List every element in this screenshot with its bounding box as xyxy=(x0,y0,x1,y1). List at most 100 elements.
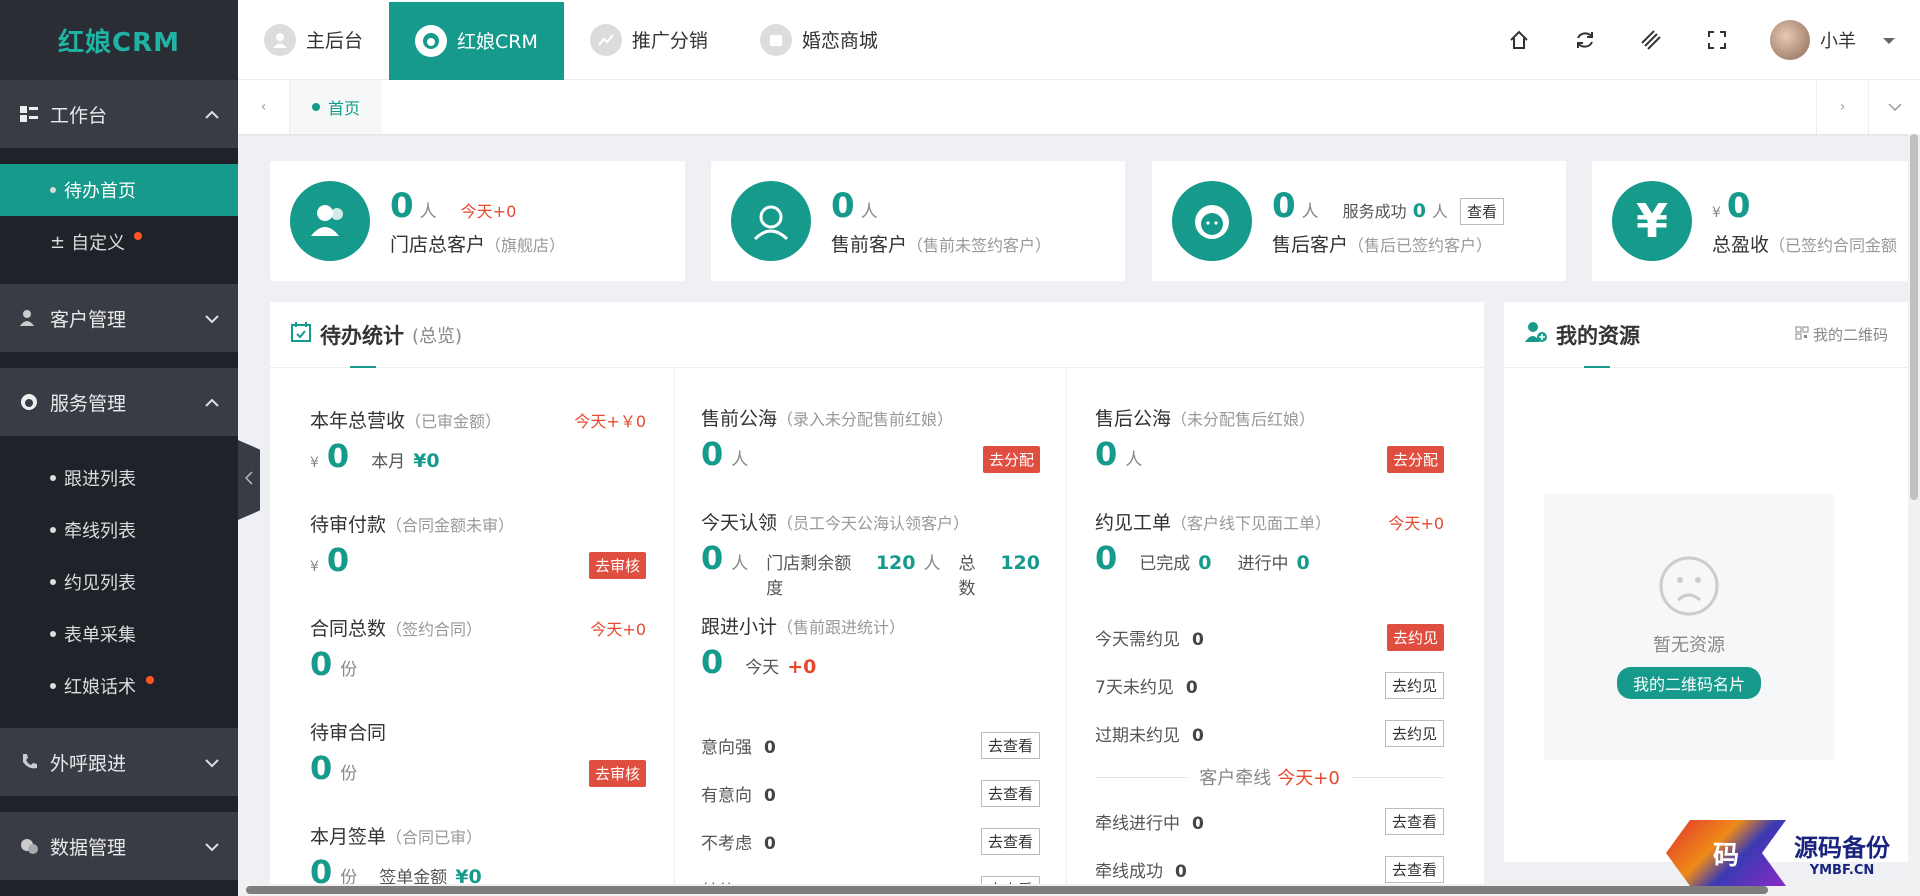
view-other-button[interactable]: 去查看 xyxy=(980,876,1040,884)
watermark: 码 源码备份 YMBF.CN xyxy=(1666,820,1890,886)
meet-today-button[interactable]: 去约见 xyxy=(1386,624,1444,651)
stat-card-presale: 0人 售前客户（售前未签约客户） xyxy=(711,161,1125,281)
tab-mall[interactable]: 婚恋商城 xyxy=(734,1,904,79)
caret-down-icon xyxy=(1882,29,1896,50)
phone-icon xyxy=(18,751,40,773)
sidebar-item-follow-list[interactable]: 跟进列表 xyxy=(0,452,238,504)
sidebar-item-custom[interactable]: ± 自定义 xyxy=(0,216,238,268)
resources-panel-header: 我的资源 我的二维码 xyxy=(1504,302,1908,368)
sidebar-group-outbound[interactable]: 外呼跟进 xyxy=(0,728,238,796)
view-strong-intent-button[interactable]: 去查看 xyxy=(980,732,1040,759)
sidebar-group-service[interactable]: 服务管理 xyxy=(0,368,238,436)
notification-dot xyxy=(146,676,154,684)
avatar xyxy=(1770,19,1810,60)
shop-icon xyxy=(759,23,792,56)
todo-column-aftersale: 售后公海（未分配售后红娘） 0 人去分配 约见工单（客户线下见面工单） 今天+0 0… xyxy=(1067,368,1484,884)
sidebar-group-customers[interactable]: 客户管理 xyxy=(0,284,238,352)
data-icon xyxy=(18,835,40,857)
chevron-down-icon xyxy=(204,751,220,773)
pending-contracts: 待审合同 0 份去审核 xyxy=(310,718,646,787)
chevron-down-icon xyxy=(204,835,220,857)
view-intent-button[interactable]: 去查看 xyxy=(980,780,1040,807)
vertical-scrollbar[interactable] xyxy=(1908,134,1920,896)
user-menu[interactable]: 小羊 xyxy=(1750,19,1920,60)
tab-main-admin[interactable]: 主后台 xyxy=(238,1,389,79)
view-not-considered-button[interactable]: 去查看 xyxy=(980,828,1040,855)
service-icon xyxy=(18,391,40,413)
todo-column-presale: 售前公海（录入未分配售前红娘） 0 人去分配 今天认领（员工今天公海认领客户） 0… xyxy=(675,368,1067,884)
chevron-up-icon xyxy=(204,103,220,125)
pending-payment: 待审付款（合同金额未审） ¥0 去审核 xyxy=(310,510,646,579)
meet-orders: 约见工单（客户线下见面工单） 今天+0 0 已完成 0 进行中 0 xyxy=(1095,512,1444,577)
chevron-left-icon xyxy=(244,471,253,489)
sidebar-item-todo-home[interactable]: 待办首页 xyxy=(0,164,238,216)
tab-promotion[interactable]: 推广分销 xyxy=(564,1,734,79)
tab-crm[interactable]: 红娘CRM xyxy=(389,1,564,80)
tab-strip: ‹ 首页 › xyxy=(238,80,1920,134)
users-icon xyxy=(290,181,370,261)
aftersale-pool: 售后公海（未分配售后红娘） 0 人去分配 xyxy=(1095,404,1444,473)
follow-summary: 跟进小计（售前跟进统计） 0 今天 +0 xyxy=(701,616,906,681)
assign-presale-button[interactable]: 去分配 xyxy=(982,446,1040,473)
qr-link[interactable]: 我的二维码 xyxy=(1795,324,1888,345)
tab-options-button[interactable] xyxy=(1868,80,1920,134)
app-logo[interactable]: 红娘CRM xyxy=(0,0,238,80)
person-icon xyxy=(264,23,296,56)
tab-home[interactable]: 首页 xyxy=(290,80,383,134)
stat-card-aftersale: 0 人服务成功 0 人查看 售后客户（售后已签约客户） xyxy=(1152,161,1566,281)
clear-cache-icon[interactable] xyxy=(1618,1,1684,79)
list-item: 其他0去查看 xyxy=(701,876,1040,884)
panel-title: 我的资源 xyxy=(1556,323,1640,348)
chevron-left-icon: ‹ xyxy=(260,99,267,115)
scroll-left-button[interactable]: ‹ xyxy=(238,80,290,134)
sidebar-item-scripts[interactable]: 红娘话术 xyxy=(0,660,238,712)
headset-icon xyxy=(731,181,811,261)
sidebar-item-form-collect[interactable]: 表单采集 xyxy=(0,608,238,660)
chevron-right-icon: › xyxy=(1839,99,1846,115)
todo-column-finance: 本年总营收（已审金额） 今天+￥0 ¥0 本月 ¥0 待审付款（合同金额未审） ¥0 去… xyxy=(270,368,675,884)
user-name: 小羊 xyxy=(1820,30,1856,52)
list-item: 有意向 0 去查看 xyxy=(701,780,1040,807)
scroll-right-button[interactable]: › xyxy=(1816,80,1868,134)
fullscreen-icon[interactable] xyxy=(1684,1,1750,79)
my-qr-card-button[interactable]: 我的二维码名片 xyxy=(1616,667,1761,699)
todo-panel: 待办统计 (总览) 本年总营收（已审金额） 今天+￥0 ¥0 本月 ¥0 待审付款（合… xyxy=(270,302,1484,884)
chart-icon xyxy=(589,23,622,56)
watermark-logo: 码 xyxy=(1666,820,1786,886)
view-match-success-button[interactable]: 去查看 xyxy=(1384,856,1444,883)
resources-panel: 我的资源 我的二维码 暂无资源 我的二维码名片 xyxy=(1504,302,1908,862)
home-icon[interactable] xyxy=(1486,1,1552,79)
meet-expired-button[interactable]: 去约见 xyxy=(1384,720,1444,747)
dashboard-icon xyxy=(18,103,40,125)
review-payment-button[interactable]: 去审核 xyxy=(588,552,646,579)
sidebar-item-match-list[interactable]: 牵线列表 xyxy=(0,504,238,556)
list-item: 意向强 0 去查看 xyxy=(701,732,1040,759)
meet-7days-button[interactable]: 去约见 xyxy=(1384,672,1444,699)
section-divider: 客户牵线 今天+0 xyxy=(1095,764,1445,790)
view-button[interactable]: 查看 xyxy=(1459,197,1504,225)
yen-icon: ¥ xyxy=(1612,181,1692,261)
list-item: 牵线成功 0 去查看 xyxy=(1095,856,1444,883)
list-item: 过期未约见 0 去约见 xyxy=(1095,720,1444,747)
view-matching-button[interactable]: 去查看 xyxy=(1384,808,1444,835)
woman-icon xyxy=(1172,181,1252,261)
list-item: 牵线进行中 0 去查看 xyxy=(1095,808,1444,835)
refresh-icon[interactable] xyxy=(1552,1,1618,79)
calendar-check-icon xyxy=(290,321,312,348)
contract-total: 合同总数（签约合同） 今天+0 0份 xyxy=(310,618,646,683)
list-item: 7天未约见 0 去约见 xyxy=(1095,672,1444,699)
todo-panel-header: 待办统计 (总览) xyxy=(270,302,1484,368)
sidebar-item-meet-list[interactable]: 约见列表 xyxy=(0,556,238,608)
sidebar-group-workbench[interactable]: 工作台 xyxy=(0,80,238,148)
sidebar-group-data[interactable]: 数据管理 xyxy=(0,812,238,880)
sad-face-icon xyxy=(1658,555,1720,621)
list-item: 今天需约见 0 去约见 xyxy=(1095,624,1444,651)
chevron-down-icon xyxy=(1887,99,1902,115)
assign-aftersale-button[interactable]: 去分配 xyxy=(1386,446,1444,473)
qrcode-icon xyxy=(1795,326,1809,344)
panel-title: 待办统计 xyxy=(320,323,404,348)
review-contract-button[interactable]: 去审核 xyxy=(588,760,646,787)
horizontal-scrollbar[interactable] xyxy=(238,884,1908,896)
month-signed: 本月签单（合同已审） 0 份签单金额 ¥0 xyxy=(310,826,483,884)
sidebar-collapse-toggle[interactable] xyxy=(238,440,260,520)
